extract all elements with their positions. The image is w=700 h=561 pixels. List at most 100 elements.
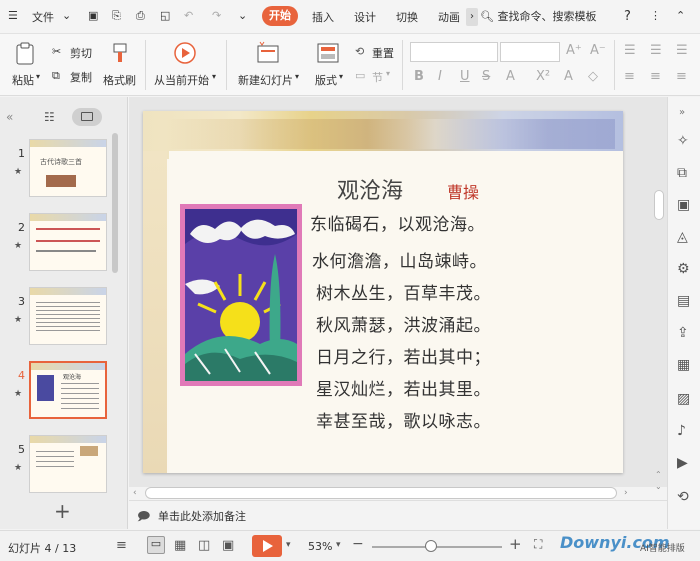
superscript-icon[interactable]: X² xyxy=(536,69,550,84)
from-current-button[interactable]: 从当前开始 xyxy=(154,72,209,88)
chevron-down-icon[interactable]: ▾ xyxy=(295,72,299,81)
presenter-view-icon[interactable]: ▣ xyxy=(222,538,234,553)
underline-icon[interactable]: U xyxy=(460,69,470,84)
scroll-right-icon[interactable]: › xyxy=(624,488,628,498)
align-left-icon[interactable]: ≡ xyxy=(624,69,635,84)
undo-icon[interactable]: ↶ xyxy=(184,9,193,22)
template-icon[interactable]: ▤ xyxy=(677,293,690,309)
font-color-icon[interactable]: A xyxy=(564,69,573,84)
chevron-down-icon[interactable]: ▾ xyxy=(212,72,216,81)
font-size-input[interactable] xyxy=(500,42,560,62)
preview-icon[interactable]: ◱ xyxy=(160,9,170,22)
transition-icon[interactable]: ⧉ xyxy=(677,165,687,181)
slide-thumbnail-4[interactable]: 观沧海 xyxy=(29,361,107,419)
align-right-icon[interactable]: ≡ xyxy=(676,69,687,84)
video-icon[interactable]: ▶ xyxy=(677,455,688,471)
audio-icon[interactable]: ♪ xyxy=(677,423,686,439)
format-painter-icon[interactable] xyxy=(110,42,130,66)
search-box[interactable]: 🔍︎ 查找命令、搜索模板 xyxy=(480,6,615,28)
chevron-down-icon[interactable]: ▾ xyxy=(36,72,40,81)
table-icon[interactable]: ▦ xyxy=(677,357,690,373)
collapse-sidebar-icon[interactable]: » xyxy=(679,107,685,118)
fill-icon[interactable]: ◬ xyxy=(677,229,688,245)
reading-view-icon[interactable]: ◫ xyxy=(198,538,210,553)
text-shadow-icon[interactable]: A xyxy=(506,69,515,84)
new-slide-button[interactable]: 新建幻灯片 xyxy=(238,72,293,88)
thumbnail-view-toggle[interactable] xyxy=(72,108,102,126)
section-button[interactable]: 节 xyxy=(372,69,383,85)
bold-icon[interactable]: B xyxy=(414,69,424,84)
decrease-font-icon[interactable]: A⁻ xyxy=(590,43,606,58)
file-menu[interactable]: 文件 xyxy=(32,9,54,25)
notes-toggle-icon[interactable]: ≡ xyxy=(116,538,127,553)
tab-design[interactable]: 设计 xyxy=(354,9,376,25)
horizontal-scrollbar[interactable] xyxy=(145,487,617,499)
animation-icon[interactable]: ✧ xyxy=(677,133,689,149)
chevron-down-icon[interactable]: ▾ xyxy=(386,69,390,78)
image-icon[interactable]: ▨ xyxy=(677,391,690,407)
collapse-ribbon-icon[interactable]: ⌃ xyxy=(676,9,685,22)
scroll-left-icon[interactable]: ‹ xyxy=(133,488,137,498)
slide-thumbnail-5[interactable] xyxy=(29,435,107,493)
menu-icon[interactable]: ☰ xyxy=(8,9,18,22)
settings-icon[interactable]: ⚙ xyxy=(677,261,690,277)
reset-button[interactable]: 重置 xyxy=(372,45,394,61)
help-icon[interactable]: ? xyxy=(624,9,631,24)
layout-button[interactable]: 版式 xyxy=(315,72,337,88)
align-center-icon[interactable]: ≡ xyxy=(650,69,661,84)
normal-view-icon[interactable]: ▭ xyxy=(147,536,165,554)
tab-insert[interactable]: 插入 xyxy=(312,9,334,25)
scroll-down-icon[interactable]: ⌄ xyxy=(655,482,662,491)
design-icon[interactable]: ▣ xyxy=(677,197,690,213)
slide-thumbnail-3[interactable] xyxy=(29,287,107,345)
paste-icon[interactable] xyxy=(14,42,36,66)
zoom-level[interactable]: 53% xyxy=(308,540,332,553)
redo-icon[interactable]: ↷ xyxy=(212,9,221,22)
notes-bar[interactable]: 🗩︎ 单击此处添加备注 xyxy=(129,500,667,528)
notes-placeholder[interactable]: 单击此处添加备注 xyxy=(158,508,246,524)
history-icon[interactable]: ⟲ xyxy=(677,489,689,505)
outline-view-icon[interactable]: ☷ xyxy=(44,110,55,124)
font-family-input[interactable] xyxy=(410,42,498,62)
vertical-scrollbar[interactable] xyxy=(654,190,664,220)
share-icon[interactable]: ⇪ xyxy=(677,325,689,341)
collapse-panel-icon[interactable]: « xyxy=(6,110,13,124)
zoom-slider[interactable] xyxy=(372,546,502,548)
chevron-down-icon[interactable]: ▾ xyxy=(336,540,341,550)
add-slide-button[interactable]: + xyxy=(54,499,71,523)
slide-thumbnail-1[interactable]: 古代诗歌三首 xyxy=(29,139,107,197)
fit-window-icon[interactable]: ⛶ xyxy=(534,537,542,552)
print-icon[interactable]: ⎙ xyxy=(136,9,145,23)
chevron-down-icon[interactable]: ⌄ xyxy=(62,9,71,22)
new-slide-icon[interactable] xyxy=(256,41,280,65)
tab-home[interactable]: 开始 xyxy=(262,6,298,26)
increase-font-icon[interactable]: A⁺ xyxy=(566,43,582,58)
numbered-list-icon[interactable]: ☰ xyxy=(650,43,662,58)
panel-scrollbar[interactable] xyxy=(112,133,118,273)
layout-icon[interactable] xyxy=(317,43,339,63)
format-painter-button[interactable]: 格式刷 xyxy=(103,72,136,88)
slide[interactable]: 观沧海 曹操 东临碣石，以观沧海。 水何澹澹，山岛竦峙。 树木丛生，百草丰茂。 … xyxy=(143,111,623,473)
slide-thumbnail-2[interactable] xyxy=(29,213,107,271)
copy-button[interactable]: 复制 xyxy=(70,69,92,85)
zoom-in-button[interactable]: + xyxy=(509,535,522,553)
tab-transition[interactable]: 切换 xyxy=(396,9,418,25)
italic-icon[interactable]: I xyxy=(438,69,442,84)
more-tabs-icon[interactable]: › xyxy=(466,8,478,26)
slide-sorter-icon[interactable]: ▦ xyxy=(174,538,186,553)
play-slideshow-button[interactable] xyxy=(252,535,282,557)
zoom-out-button[interactable]: − xyxy=(352,536,364,552)
play-from-current-icon[interactable] xyxy=(173,41,197,65)
ai-layout-label[interactable]: AI智能排版 xyxy=(640,541,685,554)
customize-icon[interactable]: ⌄ xyxy=(238,9,247,22)
strikethrough-icon[interactable]: S̶ xyxy=(482,69,490,84)
bullet-list-icon[interactable]: ☰ xyxy=(624,43,636,58)
clear-format-icon[interactable]: ◇ xyxy=(588,69,598,84)
chevron-down-icon[interactable]: ▾ xyxy=(286,540,291,550)
zoom-slider-thumb[interactable] xyxy=(424,540,437,552)
save-icon[interactable]: ▣ xyxy=(88,9,98,22)
cut-button[interactable]: 剪切 xyxy=(70,45,92,61)
chevron-down-icon[interactable]: ▾ xyxy=(339,72,343,81)
scroll-up-icon[interactable]: ⌃ xyxy=(655,470,662,479)
indent-icon[interactable]: ☰ xyxy=(676,43,688,58)
